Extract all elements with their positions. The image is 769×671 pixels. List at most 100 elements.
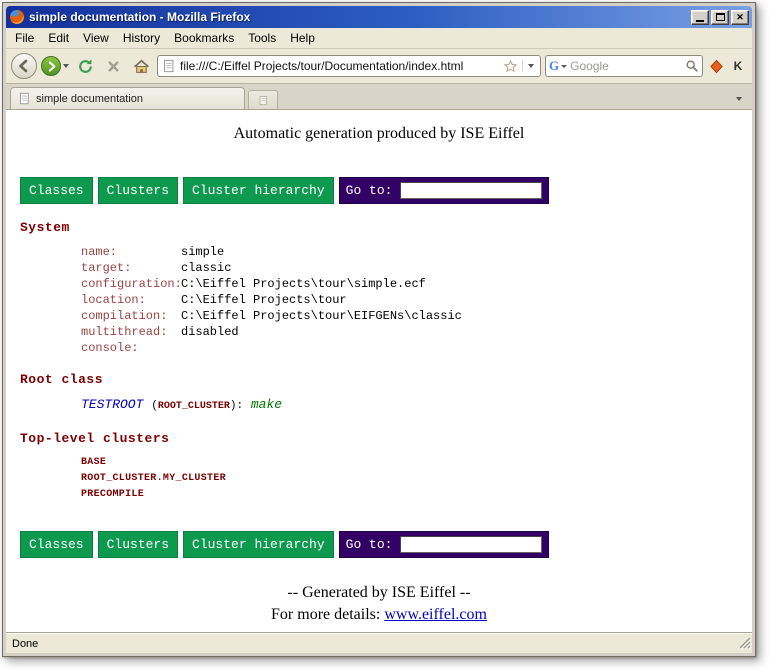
system-value: C:\Eiffel Projects\tour\simple.ecf [181, 277, 426, 291]
addon-icon-orange[interactable] [707, 57, 725, 75]
window-title: simple documentation - Mozilla Firefox [29, 10, 687, 24]
search-bar[interactable]: G [545, 55, 703, 77]
system-value: C:\Eiffel Projects\tour\EIFGENs\classic [181, 309, 462, 323]
url-text[interactable]: file:///C:/Eiffel Projects/tour/Document… [180, 59, 499, 73]
page-content: Automatic generation produced by ISE Eif… [6, 110, 752, 633]
google-g-glyph: G [549, 58, 559, 74]
system-key: name: [81, 244, 181, 260]
firefox-icon [9, 9, 25, 25]
details-footer: For more details: www.eiffel.com [6, 606, 752, 624]
classes-button[interactable]: Classes [20, 177, 93, 204]
chevron-down-icon [528, 64, 534, 68]
home-button[interactable] [129, 54, 153, 78]
url-bar[interactable]: file:///C:/Eiffel Projects/tour/Document… [157, 55, 541, 77]
clusters-heading: Top-level clusters [20, 431, 752, 446]
tab-bar: simple documentation [6, 84, 752, 110]
close-button[interactable]: ✕ [731, 10, 749, 25]
reload-button[interactable] [73, 54, 97, 78]
menu-bookmarks[interactable]: Bookmarks [167, 29, 241, 47]
system-row: configuration:C:\Eiffel Projects\tour\si… [81, 276, 752, 292]
menu-view[interactable]: View [76, 29, 116, 47]
navigation-toolbar: file:///C:/Eiffel Projects/tour/Document… [6, 49, 752, 84]
menu-help[interactable]: Help [283, 29, 322, 47]
tab-label: simple documentation [36, 93, 143, 105]
menu-edit[interactable]: Edit [41, 29, 76, 47]
system-value: disabled [181, 325, 239, 339]
forward-button[interactable] [41, 56, 61, 76]
status-text: Done [12, 638, 38, 650]
window-controls: ✕ [691, 10, 749, 25]
addon-k-glyph: K [734, 59, 743, 73]
menubar: File Edit View History Bookmarks Tools H… [6, 28, 752, 49]
system-heading: System [20, 220, 752, 235]
new-tab-button[interactable] [248, 90, 278, 109]
titlebar[interactable]: simple documentation - Mozilla Firefox ✕ [6, 6, 752, 28]
details-prefix: For more details: [271, 606, 384, 623]
menu-file[interactable]: File [8, 29, 41, 47]
doc-navbar-top: Classes Clusters Cluster hierarchy Go to… [20, 177, 752, 204]
google-logo-icon[interactable]: G [549, 58, 567, 74]
system-value: classic [181, 261, 231, 275]
cluster-hierarchy-button-bottom[interactable]: Cluster hierarchy [183, 531, 334, 558]
menu-history[interactable]: History [116, 29, 167, 47]
system-key: compilation: [81, 308, 181, 324]
cluster-link[interactable]: ROOT_CLUSTER.MY_CLUSTER [81, 471, 752, 487]
close-icon: ✕ [736, 12, 744, 23]
maximize-button[interactable] [711, 10, 729, 25]
minimize-button[interactable] [691, 10, 709, 25]
system-key: console: [81, 340, 181, 356]
tab-page-icon [18, 92, 31, 105]
goto-input-bottom[interactable] [400, 536, 542, 553]
list-all-tabs-icon [736, 97, 742, 101]
firefox-window: simple documentation - Mozilla Firefox ✕… [2, 2, 756, 657]
clusters-button[interactable]: Clusters [98, 177, 178, 204]
tab-simple-documentation[interactable]: simple documentation [10, 87, 245, 109]
resize-grip[interactable] [738, 636, 751, 652]
menu-tools[interactable]: Tools [241, 29, 283, 47]
page-icon [162, 59, 176, 73]
cluster-link[interactable]: BASE [81, 455, 752, 471]
url-history-dropdown[interactable] [522, 60, 536, 72]
bookmark-star-icon[interactable] [503, 59, 518, 74]
goto-box-bottom: Go to: [339, 531, 550, 558]
system-value: C:\Eiffel Projects\tour [181, 293, 347, 307]
clusters-button-bottom[interactable]: Clusters [98, 531, 178, 558]
root-class-line: TESTROOT (ROOT_CLUSTER): make [81, 396, 752, 415]
testroot-class-link[interactable]: TESTROOT [81, 397, 143, 412]
search-input[interactable] [570, 59, 682, 73]
cluster-link[interactable]: PRECOMPILE [81, 487, 752, 503]
eiffel-website-link[interactable]: www.eiffel.com [384, 606, 487, 623]
system-rows: name:simple target:classic configuration… [6, 244, 752, 356]
stop-button[interactable] [101, 54, 125, 78]
cluster-list: BASE ROOT_CLUSTER.MY_CLUSTER PRECOMPILE [6, 455, 752, 503]
list-all-tabs-button[interactable] [730, 89, 748, 109]
search-engine-dropdown-icon[interactable] [561, 65, 567, 68]
system-row: name:simple [81, 244, 752, 260]
system-row: multithread:disabled [81, 324, 752, 340]
back-button[interactable] [11, 53, 37, 79]
system-row: location:C:\Eiffel Projects\tour [81, 292, 752, 308]
goto-box: Go to: [339, 177, 550, 204]
cluster-hierarchy-button[interactable]: Cluster hierarchy [183, 177, 334, 204]
minimize-icon [696, 20, 704, 22]
goto-input[interactable] [400, 182, 542, 199]
maximize-icon [716, 13, 725, 21]
classes-button-bottom[interactable]: Classes [20, 531, 93, 558]
goto-label: Go to: [346, 183, 393, 198]
make-feature-link[interactable]: make [251, 397, 282, 412]
generated-header: Automatic generation produced by ISE Eif… [6, 125, 752, 143]
system-key: multithread: [81, 324, 181, 340]
addon-icon-k[interactable]: K [729, 57, 747, 75]
system-row: console: [81, 340, 752, 356]
system-key: configuration: [81, 276, 181, 292]
system-value: simple [181, 245, 224, 259]
forward-history-dropdown-icon[interactable] [63, 64, 69, 68]
window-inner: simple documentation - Mozilla Firefox ✕… [6, 6, 752, 653]
forward-button-group [41, 56, 69, 76]
doc-navbar-bottom: Classes Clusters Cluster hierarchy Go to… [20, 531, 752, 558]
status-bar: Done [6, 633, 752, 653]
search-icon[interactable] [685, 59, 699, 73]
system-row: target:classic [81, 260, 752, 276]
cluster-ref-open: ( [151, 400, 158, 412]
system-key: location: [81, 292, 181, 308]
